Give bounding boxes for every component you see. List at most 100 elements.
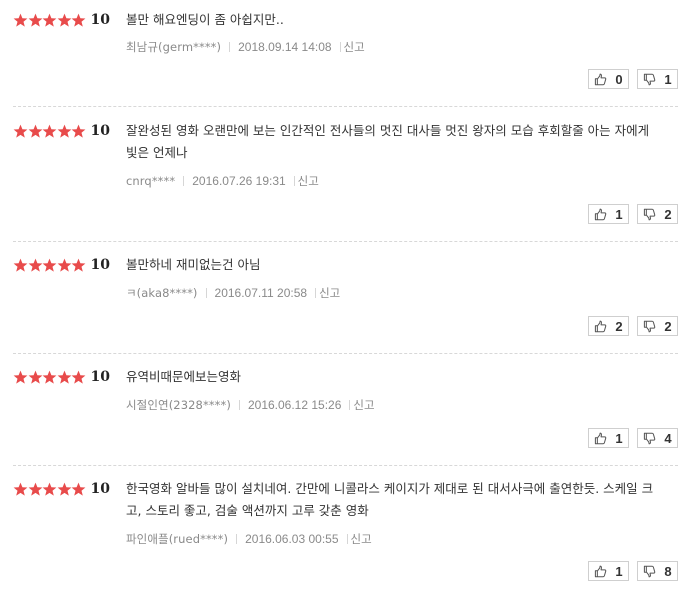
star-rating xyxy=(13,13,86,28)
star-icon xyxy=(28,13,42,27)
dislike-button[interactable]: 2 xyxy=(637,316,678,336)
report-link[interactable]: 신고 xyxy=(298,173,319,189)
review-date: 2018.09.14 14:08 xyxy=(238,40,332,54)
star-rating xyxy=(13,124,86,139)
author-name[interactable]: 최남규(germ****) xyxy=(126,39,221,55)
star-icon xyxy=(28,258,42,272)
star-icon xyxy=(57,124,71,138)
dislike-count: 2 xyxy=(664,318,672,334)
star-icon xyxy=(42,258,57,272)
rating-score: 10 xyxy=(90,123,110,139)
dislike-button[interactable]: 1 xyxy=(637,69,678,89)
thumbs-down-icon xyxy=(643,320,656,333)
review-meta: cnrq**** 2016.07.26 19:31 신고 xyxy=(126,173,319,189)
divider xyxy=(238,400,240,410)
author-name[interactable]: ㅋ(aka8****) xyxy=(126,285,198,301)
vote-buttons: 1 4 xyxy=(580,428,678,448)
dislike-button[interactable]: 2 xyxy=(637,204,678,224)
review-item: 10 잘완성된 영화 오랜만에 보는 인간적인 전사들의 멋진 대사들 멋진 왕… xyxy=(13,123,678,242)
review-separator xyxy=(13,241,678,242)
star-icon xyxy=(57,258,71,272)
rating-score: 10 xyxy=(90,481,110,497)
dislike-button[interactable]: 8 xyxy=(637,561,678,581)
rating-score: 10 xyxy=(90,12,110,28)
review-date: 2016.06.12 15:26 xyxy=(247,398,342,412)
review-item: 10 볼만하네 재미없는건 아님 ㅋ(aka8****) 2016.07.11 … xyxy=(13,257,678,354)
rating-score: 10 xyxy=(90,369,110,385)
review-separator xyxy=(13,353,678,354)
star-icon xyxy=(28,482,42,496)
star-icon xyxy=(71,258,86,272)
divider xyxy=(339,42,341,52)
thumbs-up-icon xyxy=(594,432,607,445)
thumbs-down-icon xyxy=(643,208,656,221)
star-icon xyxy=(13,124,28,138)
rating: 10 xyxy=(13,369,110,385)
like-button[interactable]: 1 xyxy=(588,204,629,224)
star-icon xyxy=(13,258,28,272)
report-link[interactable]: 신고 xyxy=(319,285,340,301)
star-icon xyxy=(57,482,71,496)
review-meta: 최남규(germ****) 2018.09.14 14:08 신고 xyxy=(126,39,365,55)
thumbs-down-icon xyxy=(643,432,656,445)
review-text: 볼만하네 재미없는건 아님 xyxy=(126,257,261,272)
star-rating xyxy=(13,370,86,385)
star-icon xyxy=(13,13,28,27)
star-icon xyxy=(13,482,28,496)
star-icon xyxy=(71,482,86,496)
like-count: 1 xyxy=(615,206,623,222)
divider xyxy=(229,42,231,52)
star-icon xyxy=(42,124,57,138)
like-count: 1 xyxy=(615,430,623,446)
like-button[interactable]: 1 xyxy=(588,428,629,448)
rating: 10 xyxy=(13,257,110,273)
review-meta: 파인애플(rued****) 2016.06.03 00:55 신고 xyxy=(126,531,372,547)
divider xyxy=(346,534,348,544)
thumbs-up-icon xyxy=(594,320,607,333)
like-count: 1 xyxy=(615,563,623,579)
thumbs-up-icon xyxy=(594,565,607,578)
review-separator xyxy=(13,106,678,107)
author-name[interactable]: cnrq**** xyxy=(126,174,175,188)
divider xyxy=(293,176,295,186)
vote-buttons: 2 2 xyxy=(580,316,678,336)
dislike-button[interactable]: 4 xyxy=(637,428,678,448)
star-icon xyxy=(71,13,86,27)
thumbs-down-icon xyxy=(643,565,656,578)
rating: 10 xyxy=(13,123,110,139)
star-icon xyxy=(57,13,71,27)
thumbs-up-icon xyxy=(594,73,607,86)
rating-score: 10 xyxy=(90,257,110,273)
star-icon xyxy=(13,370,28,384)
divider xyxy=(205,288,207,298)
review-date: 2016.06.03 00:55 xyxy=(245,532,339,546)
report-link[interactable]: 신고 xyxy=(353,397,374,413)
star-icon xyxy=(57,370,71,384)
review-meta: 시절인연(2328****) 2016.06.12 15:26 신고 xyxy=(126,397,375,413)
like-button[interactable]: 0 xyxy=(588,69,629,89)
review-item: 10 볼만 해요엔딩이 좀 아쉽지만.. 최남규(germ****) 2018.… xyxy=(13,12,678,107)
like-button[interactable]: 2 xyxy=(588,316,629,336)
star-icon xyxy=(28,370,42,384)
report-link[interactable]: 신고 xyxy=(351,531,372,547)
divider xyxy=(183,176,185,186)
star-icon xyxy=(42,482,57,496)
star-rating xyxy=(13,482,86,497)
dislike-count: 2 xyxy=(664,206,672,222)
divider xyxy=(349,400,351,410)
author-name[interactable]: 시절인연(2328****) xyxy=(126,397,231,413)
review-item: 10 유역비때문에보는영화 시절인연(2328****) 2016.06.12 … xyxy=(13,369,678,466)
review-date: 2016.07.11 20:58 xyxy=(214,286,308,300)
star-icon xyxy=(42,370,57,384)
star-icon xyxy=(71,124,86,138)
review-text: 한국영화 알바들 많이 설치네여. 간만에 니콜라스 케이지가 제대로 된 대서… xyxy=(126,481,654,518)
rating: 10 xyxy=(13,12,110,28)
vote-buttons: 1 8 xyxy=(580,561,678,581)
like-button[interactable]: 1 xyxy=(588,561,629,581)
report-link[interactable]: 신고 xyxy=(344,39,365,55)
thumbs-up-icon xyxy=(594,208,607,221)
like-count: 0 xyxy=(615,71,623,87)
divider xyxy=(315,288,317,298)
author-name[interactable]: 파인애플(rued****) xyxy=(126,531,228,547)
thumbs-down-icon xyxy=(643,73,656,86)
